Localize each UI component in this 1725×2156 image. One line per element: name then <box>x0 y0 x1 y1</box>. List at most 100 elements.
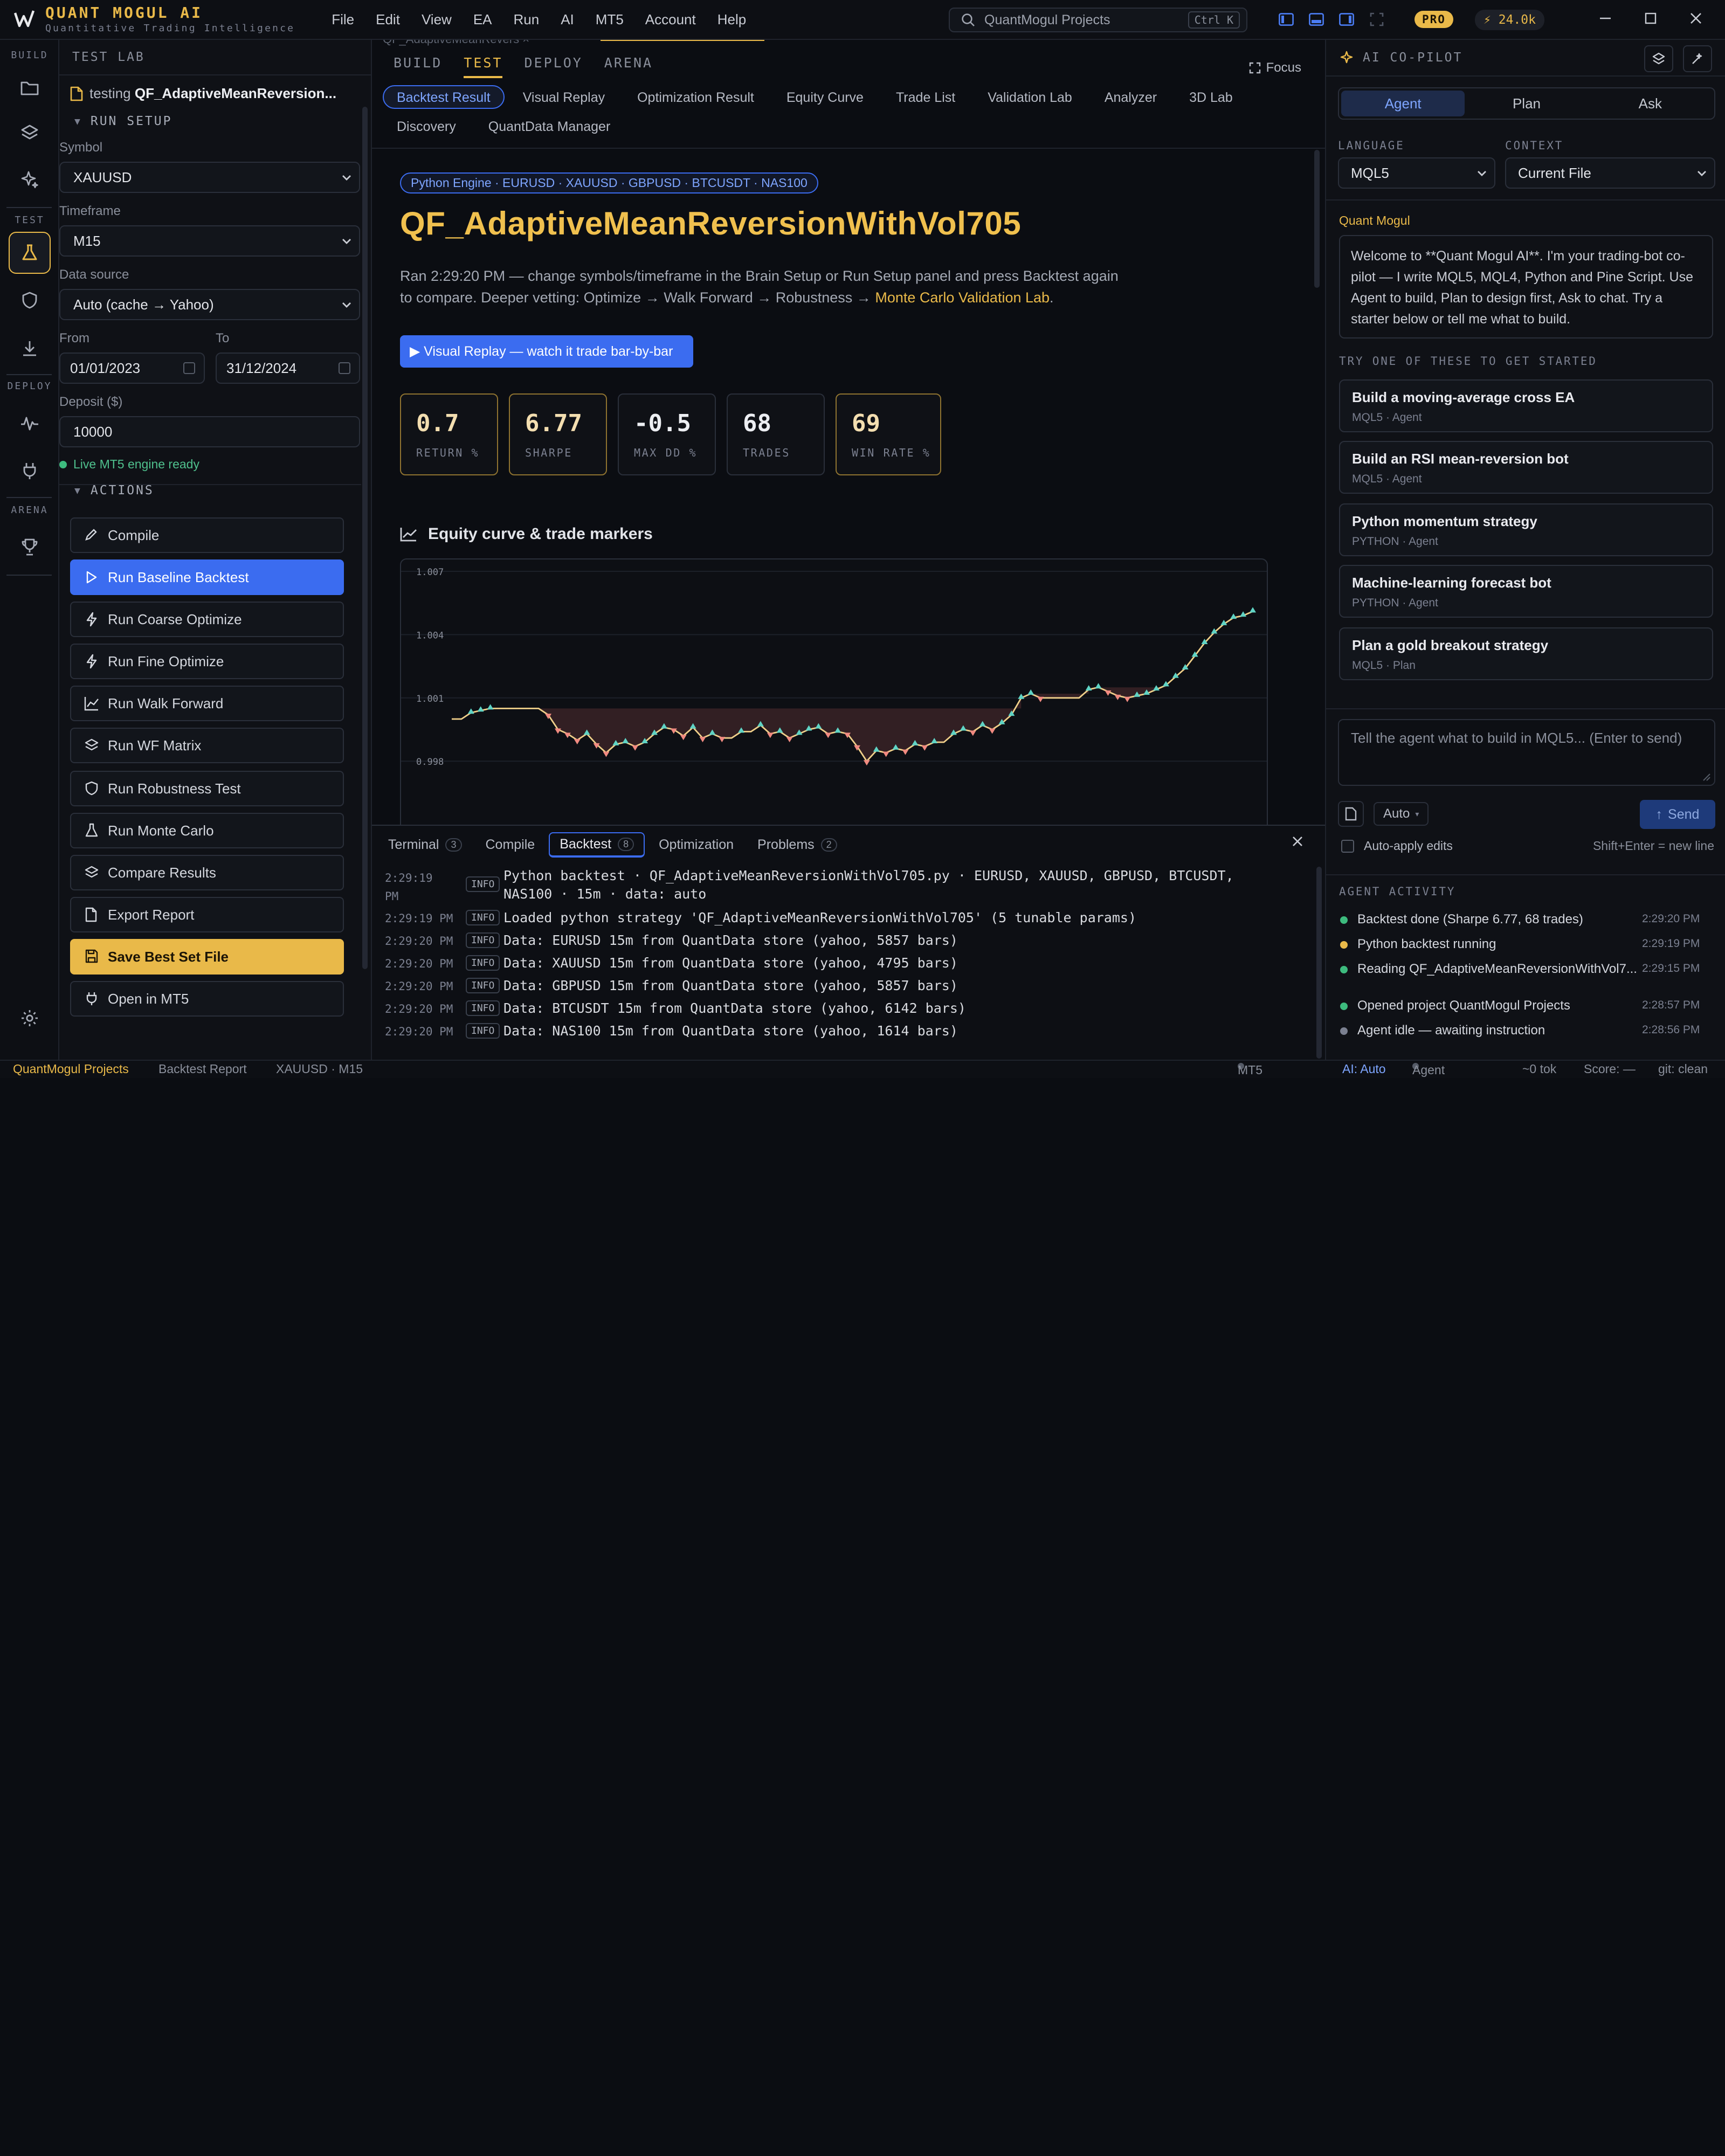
calendar-icon[interactable] <box>339 362 350 374</box>
subtab-discovery[interactable]: Discovery <box>383 114 470 138</box>
starter-card[interactable]: Plan a gold breakout strategy MQL5 · Plan <box>1339 627 1713 680</box>
starter-card[interactable]: Python momentum strategy PYTHON · Agent <box>1339 503 1713 556</box>
auto-apply-toggle[interactable]: Auto-apply edits <box>1341 839 1453 853</box>
status-ai[interactable]: AI: Auto <box>1342 1062 1386 1076</box>
subtab-analyzer[interactable]: Analyzer <box>1091 85 1171 109</box>
tab-terminal[interactable]: Terminal 3 <box>378 834 472 856</box>
plug-icon[interactable] <box>9 450 51 492</box>
starter-card[interactable]: Machine-learning forecast bot PYTHON · Ag… <box>1339 565 1713 618</box>
folder-icon[interactable] <box>9 67 51 109</box>
resize-handle-icon[interactable] <box>1702 773 1711 782</box>
run-robustness-test-button[interactable]: Run Robustness Test <box>70 771 344 806</box>
menu-ai[interactable]: AI <box>550 11 585 28</box>
fullscreen-icon[interactable] <box>1366 9 1388 30</box>
stage-tab-deploy[interactable]: DEPLOY <box>524 55 582 78</box>
tab-optimization[interactable]: Optimization <box>649 834 743 856</box>
mode-plan[interactable]: Plan <box>1465 91 1588 116</box>
auto-apply-checkbox[interactable] <box>1341 839 1354 853</box>
menu-view[interactable]: View <box>411 11 463 28</box>
calendar-icon[interactable] <box>183 362 195 374</box>
pulse-icon[interactable] <box>9 402 51 444</box>
mode-agent[interactable]: Agent <box>1341 91 1465 116</box>
editor-tab-hidden[interactable]: QF_AdaptiveMeanRevers × <box>383 40 529 46</box>
panel-scrollbar[interactable] <box>362 107 368 969</box>
close-panel-icon[interactable] <box>1292 835 1303 847</box>
prompt-input[interactable]: Tell the agent what to build in MQL5... … <box>1338 719 1715 786</box>
flask-icon[interactable] <box>9 232 51 274</box>
language-select[interactable]: MQL5 <box>1338 157 1495 189</box>
from-date-input[interactable]: 01/01/2023 <box>59 353 205 384</box>
current-file[interactable]: testing QF_AdaptiveMeanReversion... <box>70 85 361 102</box>
toggle-right-panel-icon[interactable] <box>1336 9 1357 30</box>
subtab-3d-lab[interactable]: 3D Lab <box>1175 85 1247 109</box>
context-select[interactable]: Current File <box>1505 157 1715 189</box>
maximize-icon[interactable] <box>1644 12 1657 25</box>
log-scrollbar[interactable] <box>1316 867 1322 1059</box>
toggle-left-panel-icon[interactable] <box>1275 9 1297 30</box>
subtab-validation-lab[interactable]: Validation Lab <box>974 85 1086 109</box>
symbol-select[interactable]: XAUUSD <box>59 162 360 193</box>
editor-tab-active[interactable] <box>601 40 764 41</box>
mode-ask[interactable]: Ask <box>1589 91 1712 116</box>
stage-tab-test[interactable]: TEST <box>464 55 503 78</box>
menu-file[interactable]: File <box>321 11 365 28</box>
stage-tab-arena[interactable]: ARENA <box>604 55 653 78</box>
to-date-input[interactable]: 31/12/2024 <box>216 353 360 384</box>
minimize-icon[interactable] <box>1599 12 1612 25</box>
timeframe-select[interactable]: M15 <box>59 225 360 257</box>
run-coarse-optimize-button[interactable]: Run Coarse Optimize <box>70 602 344 637</box>
menu-edit[interactable]: Edit <box>365 11 411 28</box>
validation-lab-link[interactable]: Monte Carlo Validation Lab <box>875 289 1050 306</box>
starter-card[interactable]: Build an RSI mean-reversion bot MQL5 · Ag… <box>1339 441 1713 494</box>
subtab-visual-replay[interactable]: Visual Replay <box>509 85 619 109</box>
layers-icon[interactable] <box>1644 45 1673 72</box>
run-baseline-backtest-button[interactable]: Run Baseline Backtest <box>70 559 344 595</box>
starter-card[interactable]: Build a moving-average cross EA MQL5 · Ag… <box>1339 379 1713 432</box>
model-picker[interactable]: Auto ▾ <box>1374 802 1429 826</box>
run-fine-optimize-button[interactable]: Run Fine Optimize <box>70 644 344 679</box>
menu-help[interactable]: Help <box>707 11 757 28</box>
tab-compile[interactable]: Compile <box>476 834 545 856</box>
status-project[interactable]: QuantMogul Projects <box>13 1062 129 1076</box>
credits-badge[interactable]: ⚡ 24.0k <box>1475 10 1544 30</box>
settings-icon[interactable] <box>9 997 51 1039</box>
tab-backtest[interactable]: Backtest 8 <box>549 832 645 858</box>
close-window-icon[interactable] <box>1689 12 1702 25</box>
menu-mt5[interactable]: MT5 <box>585 11 634 28</box>
sparkle-icon[interactable] <box>9 158 51 201</box>
tab-problems[interactable]: Problems 2 <box>748 834 847 856</box>
compile-button[interactable]: Compile <box>70 517 344 553</box>
subtab-backtest-result[interactable]: Backtest Result <box>383 85 505 109</box>
subtab-optimization-result[interactable]: Optimization Result <box>623 85 768 109</box>
send-button[interactable]: ↑ Send <box>1640 800 1715 829</box>
focus-button[interactable]: Focus <box>1249 60 1301 75</box>
actions-section[interactable]: ▼ ACTIONS <box>59 483 372 498</box>
shield-icon[interactable] <box>9 279 51 321</box>
compare-results-button[interactable]: Compare Results <box>70 855 344 890</box>
menu-account[interactable]: Account <box>634 11 707 28</box>
export-report-button[interactable]: Export Report <box>70 897 344 932</box>
trophy-icon[interactable] <box>9 526 51 568</box>
run-setup-section[interactable]: ▼ RUN SETUP <box>59 114 372 128</box>
run-wf-matrix-button[interactable]: Run WF Matrix <box>70 728 344 763</box>
visual-replay-button[interactable]: ▶ Visual Replay — watch it trade bar-by-… <box>400 335 693 368</box>
datasource-select[interactable]: Auto (cache → Yahoo) <box>59 289 360 320</box>
command-search[interactable]: QuantMogul Projects Ctrl K <box>949 8 1247 32</box>
run-monte-carlo-button[interactable]: Run Monte Carlo <box>70 813 344 848</box>
content-scrollbar[interactable] <box>1314 150 1320 288</box>
layers-icon[interactable] <box>9 112 51 154</box>
deposit-input[interactable]: 10000 <box>59 416 360 447</box>
toggle-bottom-panel-icon[interactable] <box>1306 9 1327 30</box>
download-icon[interactable] <box>9 328 51 370</box>
subtab-quantdata-manager[interactable]: QuantData Manager <box>474 114 625 138</box>
subtab-trade-list[interactable]: Trade List <box>882 85 969 109</box>
menu-ea[interactable]: EA <box>463 11 503 28</box>
attach-file-icon[interactable] <box>1338 801 1364 827</box>
menu-run[interactable]: Run <box>503 11 550 28</box>
open-in-mt5-button[interactable]: Open in MT5 <box>70 981 344 1017</box>
run-walk-forward-button[interactable]: Run Walk Forward <box>70 686 344 721</box>
save-best-set-file-button[interactable]: Save Best Set File <box>70 939 344 975</box>
subtab-equity-curve[interactable]: Equity Curve <box>772 85 878 109</box>
stage-tab-build[interactable]: BUILD <box>394 55 442 78</box>
magic-wand-icon[interactable] <box>1683 45 1712 72</box>
